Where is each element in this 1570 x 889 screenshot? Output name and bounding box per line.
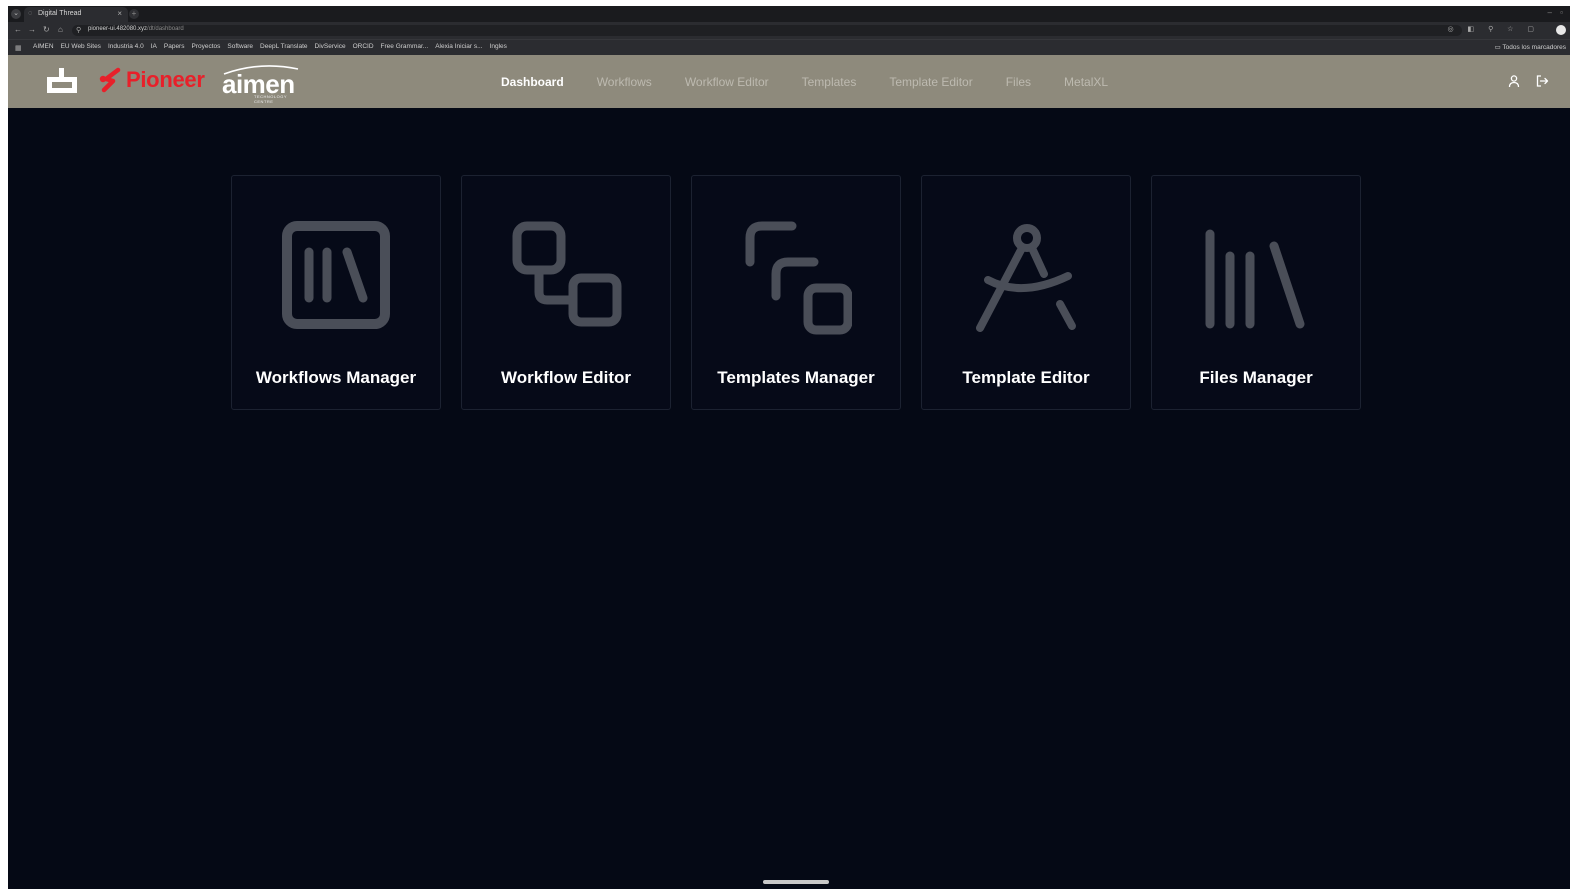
pioneer-mark-icon [99, 67, 121, 93]
profile-avatar[interactable] [1556, 25, 1566, 35]
tab-close-icon[interactable]: × [117, 9, 122, 18]
digital-thread-logo-icon[interactable] [46, 67, 78, 95]
browser-tab[interactable]: ◌ Digital Thread × [24, 7, 128, 22]
nav-workflow-editor[interactable]: Workflow Editor [685, 75, 769, 89]
dashboard-main: Workflows Manager Workflow Editor Templa… [8, 108, 1570, 889]
tab-title: Digital Thread [38, 10, 82, 17]
workflows-board-icon [282, 221, 390, 329]
dashboard-cards: Workflows Manager Workflow Editor Templa… [231, 175, 1361, 410]
aimen-logo: aimen TECHNOLOGY CENTRE [220, 63, 300, 104]
bookmark-item[interactable]: Free Grammar... [381, 43, 429, 50]
scroll-handle[interactable] [763, 880, 829, 884]
bookmark-item[interactable]: ORCID [353, 43, 374, 50]
card-label: Workflow Editor [500, 368, 631, 387]
nav-workflows[interactable]: Workflows [597, 75, 652, 89]
card-label: Template Editor [962, 368, 1090, 387]
tab-search-icon[interactable]: ⌄ [11, 9, 21, 19]
toolbar-actions[interactable]: ◎ ◧ ⚲ ☆ ▢ [1447, 25, 1540, 33]
tab-strip: ⌄ ◌ Digital Thread × + – ▫ [8, 6, 1570, 22]
new-tab-button[interactable]: + [129, 9, 139, 19]
nav-templates[interactable]: Templates [802, 75, 857, 89]
app-header: Pioneer aimen TECHNOLOGY CENTRE Dashboar… [8, 55, 1570, 108]
bookmark-item[interactable]: Papers [164, 43, 185, 50]
card-label: Workflows Manager [255, 368, 417, 387]
bookmark-item[interactable]: Alexia Iniciar s... [435, 43, 482, 50]
bookmark-list: AIMEN EU Web Sites Industria 4.0 IA Papers Pr… [33, 43, 507, 50]
address-bar[interactable]: ⚲ pioneer-ui.482080.xyz/dt/dashboard [72, 25, 1462, 36]
home-icon[interactable]: ⌂ [58, 25, 63, 34]
card-label: Templates Manager [717, 368, 875, 387]
card-label: Files Manager [1199, 368, 1313, 387]
card-files-manager[interactable]: Files Manager [1151, 175, 1361, 410]
site-info-icon[interactable]: ⚲ [76, 26, 81, 34]
card-workflows-manager[interactable]: Workflows Manager [231, 175, 441, 410]
apps-icon[interactable]: ▦ [15, 44, 22, 52]
nav-template-editor[interactable]: Template Editor [889, 75, 972, 89]
card-workflow-editor[interactable]: Workflow Editor [461, 175, 671, 410]
bookmark-item[interactable]: EU Web Sites [61, 43, 101, 50]
bookmark-item[interactable]: AIMEN [33, 43, 54, 50]
nav-dashboard[interactable]: Dashboard [501, 75, 564, 89]
main-nav: Dashboard Workflows Workflow Editor Templat… [501, 55, 1141, 108]
bookmark-item[interactable]: DeepL Translate [260, 43, 307, 50]
tab-favicon-icon: ◌ [28, 10, 33, 17]
workflow-nodes-icon [512, 221, 622, 327]
url-text: pioneer-ui.482080.xyz/dt/dashboard [88, 26, 184, 32]
reload-icon[interactable]: ↻ [43, 25, 50, 34]
aimen-subtitle: TECHNOLOGY CENTRE [254, 94, 287, 104]
all-bookmarks-folder[interactable]: ▭ Todos los marcadores [1495, 43, 1566, 51]
window-controls[interactable]: – ▫ [1547, 8, 1566, 17]
back-icon[interactable]: ← [14, 25, 22, 34]
logout-icon[interactable] [1535, 74, 1549, 88]
card-template-editor[interactable]: Template Editor [921, 175, 1131, 410]
forward-icon[interactable]: → [28, 25, 36, 34]
nav-files[interactable]: Files [1006, 75, 1031, 89]
bookmark-item[interactable]: IA [151, 43, 157, 50]
bookmark-item[interactable]: Proyectos [191, 43, 220, 50]
bookmark-item[interactable]: Industria 4.0 [108, 43, 144, 50]
card-templates-manager[interactable]: Templates Manager [691, 175, 901, 410]
bookmark-item[interactable]: DivService [315, 43, 346, 50]
browser-chrome: ⌄ ◌ Digital Thread × + – ▫ ← → ↻ ⌂ ⚲ pio… [8, 6, 1570, 55]
user-icon[interactable] [1507, 74, 1521, 88]
templates-stack-icon [745, 221, 852, 335]
compass-drafting-icon [976, 224, 1076, 332]
nav-metalxl[interactable]: MetalXL [1064, 75, 1108, 89]
bookmark-item[interactable]: Software [227, 43, 253, 50]
browser-toolbar: ← → ↻ ⌂ ⚲ pioneer-ui.482080.xyz/dt/dashb… [8, 22, 1570, 39]
pioneer-logo: Pioneer [98, 67, 205, 93]
pioneer-wordmark: Pioneer [126, 67, 205, 92]
bookmark-item[interactable]: Ingles [490, 43, 507, 50]
library-books-icon [1205, 229, 1305, 329]
bookmarks-bar: ▦ AIMEN EU Web Sites Industria 4.0 IA Papers… [8, 39, 1570, 55]
